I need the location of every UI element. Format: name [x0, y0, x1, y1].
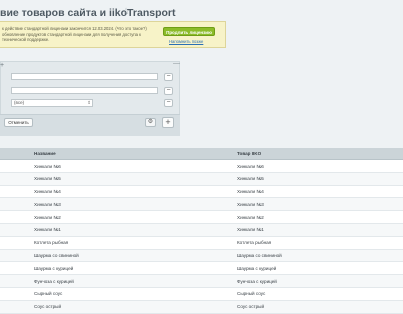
cell-iiko-product: Хинкали №5: [237, 176, 264, 182]
cell-name: Хинкали №2: [34, 214, 61, 220]
star-icon[interactable]: ☆: [122, 6, 130, 17]
notice-text: к действие стандартной лицензии закончит…: [2, 26, 147, 42]
table-body: Хинкали №6 Хинкали №6 Хинкали №5 Хинкали №…: [0, 160, 403, 314]
cell-name: Котлета рыбная: [34, 240, 69, 246]
filter-field-2[interactable]: [11, 87, 158, 94]
expand-filter-icon[interactable]: +: [0, 62, 4, 69]
filter-select-value: (все): [14, 100, 25, 105]
table-row[interactable]: Сырный соус Сырный соус: [0, 288, 403, 301]
column-header-iiko-product[interactable]: Товар IIKO: [237, 151, 261, 156]
table-row[interactable]: Котлета рыбная Котлета рыбная: [0, 237, 403, 250]
cell-iiko-product: Хинкали №3: [237, 201, 264, 207]
table-row[interactable]: Хинкали №6 Хинкали №6: [0, 160, 403, 173]
cell-iiko-product: Хинкали №6: [237, 163, 264, 169]
table-row[interactable]: Хинкали №3 Хинкали №3: [0, 198, 403, 212]
add-filter-button[interactable]: +: [162, 117, 174, 128]
cell-name: Шаурма со свининой: [34, 253, 79, 259]
table-row[interactable]: Шаурма со свининой Шаурма со свининой: [0, 249, 403, 263]
filter-field-1[interactable]: [11, 73, 158, 80]
cell-name: Шаурма с курицей: [34, 265, 74, 271]
table-row[interactable]: Хинкали №4 Хинкали №4: [0, 186, 403, 199]
table-row[interactable]: Шаурма с курицей Шаурма с курицей: [0, 262, 403, 276]
cell-name: Хинкали №1: [34, 227, 61, 233]
cell-iiko-product: Соус острый: [237, 304, 265, 310]
remove-filter-3-button[interactable]: −: [164, 99, 173, 107]
table-header: Название Товар IIKO: [0, 148, 403, 160]
cell-name: Хинкали №6: [34, 163, 61, 169]
table-row[interactable]: Соус острый Соус острый: [0, 300, 403, 314]
items-table: Название Товар IIKO Хинкали №6 Хинкали №6…: [0, 148, 403, 314]
remove-filter-1-button[interactable]: −: [164, 73, 173, 81]
cell-iiko-product: Хинкали №2: [237, 214, 264, 220]
cell-iiko-product: Шаурма со свининой: [237, 253, 282, 259]
collapse-filter-icon[interactable]: —: [173, 60, 180, 67]
table-row[interactable]: Хинкали №2 Хинкали №2: [0, 211, 403, 224]
license-notice: к действие стандартной лицензии закончит…: [0, 21, 226, 48]
cancel-button[interactable]: Отменить: [4, 118, 33, 127]
table-row[interactable]: Фунчоза с курицей Фунчоза с курицей: [0, 275, 403, 288]
cell-iiko-product: Хинкали №4: [237, 189, 264, 195]
gear-icon[interactable]: ⚙: [145, 118, 156, 127]
cell-name: Хинкали №3: [34, 201, 61, 207]
cell-iiko-product: Хинкали №1: [237, 227, 264, 233]
cell-name: Фунчоза с курицей: [34, 278, 74, 284]
table-row[interactable]: Хинкали №1 Хинкали №1: [0, 223, 403, 237]
cell-iiko-product: Котлета рыбная: [237, 240, 272, 246]
filter-select[interactable]: (все) ⇕: [11, 99, 93, 107]
buy-license-button[interactable]: Продлить лицензию: [163, 27, 215, 36]
column-header-name[interactable]: Название: [34, 151, 56, 156]
cell-name: Хинкали №5: [34, 176, 61, 182]
remind-later-link[interactable]: Напомнить позже: [169, 39, 203, 44]
cell-iiko-product: Фунчоза с курицей: [237, 278, 277, 284]
chevron-updown-icon: ⇕: [87, 100, 91, 105]
cell-name: Соус острый: [34, 304, 62, 310]
page-title: вие товаров сайта и iikoTransport: [0, 7, 176, 19]
cell-iiko-product: Шаурма с курицей: [237, 265, 277, 271]
remove-filter-2-button[interactable]: −: [164, 87, 173, 95]
cell-name: Хинкали №4: [34, 189, 61, 195]
table-row[interactable]: Хинкали №5 Хинкали №5: [0, 172, 403, 186]
